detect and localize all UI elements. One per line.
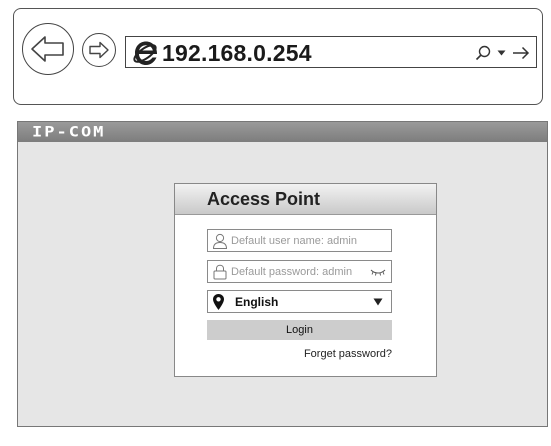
ip-com-logo: IP-COM <box>32 123 106 141</box>
chevron-down-icon <box>373 298 383 306</box>
url-text[interactable]: 192.168.0.254 <box>162 39 312 67</box>
back-button[interactable] <box>22 23 74 75</box>
card-header: Access Point <box>175 184 436 215</box>
forward-arrow-icon <box>89 41 109 59</box>
internet-explorer-icon <box>133 41 157 65</box>
password-field[interactable] <box>207 260 392 283</box>
user-icon <box>212 233 228 249</box>
language-select[interactable]: English <box>207 290 392 313</box>
address-bar-controls <box>475 43 530 63</box>
selected-language: English <box>235 295 279 309</box>
forward-button[interactable] <box>82 33 116 67</box>
password-input[interactable] <box>231 263 366 280</box>
username-input[interactable] <box>231 232 366 249</box>
card-title: Access Point <box>207 189 321 209</box>
dropdown-arrow-icon[interactable] <box>497 49 506 57</box>
username-field[interactable] <box>207 229 392 252</box>
go-arrow-icon[interactable] <box>512 46 530 60</box>
forget-password-link[interactable]: Forget password? <box>304 347 392 361</box>
back-arrow-icon <box>31 36 64 62</box>
login-button[interactable]: Login <box>207 320 392 340</box>
hidden-eye-icon[interactable] <box>370 267 386 277</box>
browser-window: 192.168.0.254 <box>13 8 543 105</box>
location-pin-icon <box>213 294 224 310</box>
brand-header: IP-COM <box>18 122 547 142</box>
address-bar[interactable]: 192.168.0.254 <box>125 36 537 68</box>
search-icon[interactable] <box>475 45 491 61</box>
lock-icon <box>213 264 227 280</box>
page-content: IP-COM Access Point Default user name: a… <box>17 121 548 427</box>
login-card: Access Point Default user name: admin En… <box>174 183 437 377</box>
